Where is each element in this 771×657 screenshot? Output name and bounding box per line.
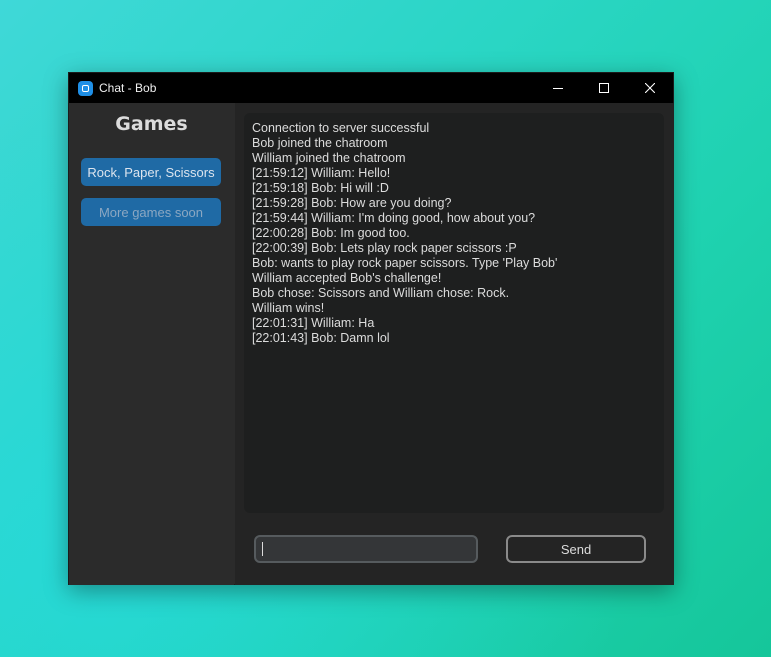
- window-title: Chat - Bob: [99, 81, 157, 95]
- chat-log[interactable]: Connection to server successful Bob joine…: [244, 113, 664, 513]
- chat-message: Bob chose: Scissors and William chose: R…: [252, 286, 510, 300]
- chat-message: William accepted Bob's challenge!: [252, 271, 442, 285]
- games-sidebar: Games Rock, Paper, Scissors More games s…: [69, 103, 234, 585]
- chat-message: [22:01:43] Bob: Damn lol: [252, 331, 390, 345]
- app-icon: [78, 80, 93, 96]
- maximize-button[interactable]: [581, 73, 627, 103]
- chat-message: [22:00:28] Bob: Im good too.: [252, 226, 410, 240]
- maximize-icon: [599, 83, 609, 93]
- close-icon: [645, 83, 655, 93]
- chat-message: [22:00:39] Bob: Lets play rock paper sci…: [252, 241, 517, 255]
- chat-message: [21:59:18] Bob: Hi will :D: [252, 181, 389, 195]
- chat-window: Chat - Bob Games Rock, Paper, Scissors M…: [68, 72, 674, 585]
- chat-message: [21:59:12] William: Hello!: [252, 166, 391, 180]
- chat-message: [21:59:28] Bob: How are you doing?: [252, 196, 452, 210]
- games-title: Games: [115, 113, 188, 135]
- title-bar[interactable]: Chat - Bob: [69, 73, 673, 103]
- chat-message: Connection to server successful: [252, 121, 430, 135]
- more-games-button: More games soon: [81, 198, 221, 226]
- chat-message: William joined the chatroom: [252, 151, 406, 165]
- chat-message: [22:01:31] William: Ha: [252, 316, 375, 330]
- chat-message: Bob joined the chatroom: [252, 136, 388, 150]
- window-controls: [535, 73, 673, 103]
- text-caret: [262, 542, 263, 556]
- rock-paper-scissors-button[interactable]: Rock, Paper, Scissors: [81, 158, 221, 186]
- chat-message: William wins!: [252, 301, 325, 315]
- chat-message: Bob: wants to play rock paper scissors. …: [252, 256, 558, 270]
- message-input[interactable]: [254, 535, 478, 563]
- chat-message: [21:59:44] William: I'm doing good, how …: [252, 211, 536, 225]
- minimize-icon: [553, 88, 563, 89]
- chat-panel: Connection to server successful Bob joine…: [235, 103, 674, 585]
- minimize-button[interactable]: [535, 73, 581, 103]
- send-button[interactable]: Send: [506, 535, 646, 563]
- close-button[interactable]: [627, 73, 673, 103]
